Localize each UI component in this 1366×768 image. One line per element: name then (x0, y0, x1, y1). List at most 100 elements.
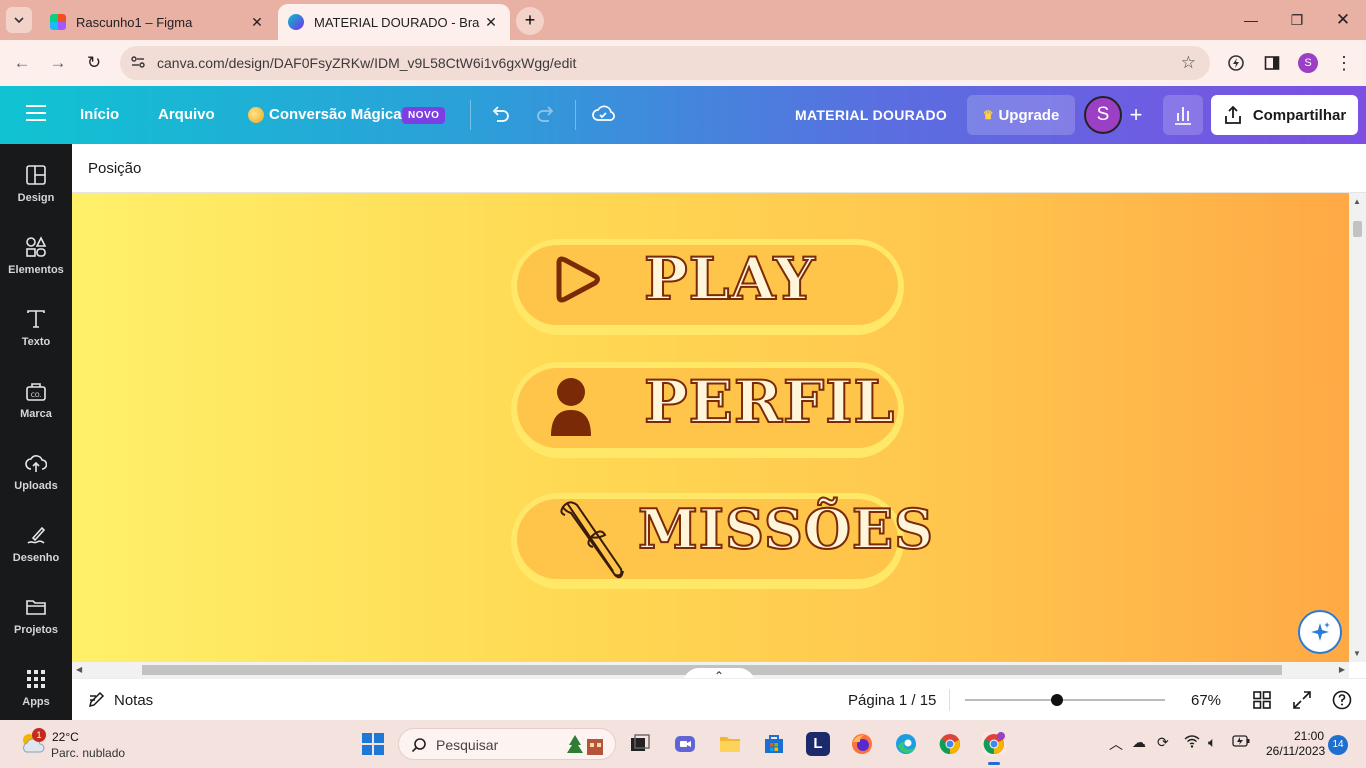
redo-icon[interactable] (534, 103, 558, 127)
sidebar-item-label: Marca (20, 408, 52, 420)
menu-inicio[interactable]: Início (80, 106, 119, 123)
sidebar-item-apps[interactable]: Apps (0, 664, 72, 724)
scroll-thumb[interactable] (1353, 221, 1362, 237)
sidebar-item-projetos[interactable]: Projetos (0, 592, 72, 652)
missions-menu-button[interactable]: MISSÕES (511, 493, 934, 589)
design-icon (26, 165, 46, 185)
sidebar-item-label: Apps (22, 696, 50, 708)
extension-icon[interactable] (1224, 51, 1248, 75)
crown-icon (248, 107, 264, 123)
fullscreen-icon[interactable] (1292, 690, 1312, 710)
wifi-icon[interactable] (1184, 734, 1200, 751)
scroll-down-arrow-icon[interactable]: ▼ (1353, 649, 1361, 658)
close-window-button[interactable]: ✕ (1320, 8, 1366, 32)
magic-switch-button[interactable]: Conversão Mágica (269, 106, 402, 123)
sidebar-item-marca[interactable]: CO. Marca (0, 376, 72, 436)
context-toolbar: Posição (72, 144, 1366, 193)
more-menu-icon[interactable]: ⋮ (1332, 51, 1356, 75)
page-indicator[interactable]: Página 1 / 15 (848, 692, 936, 709)
close-icon[interactable]: ✕ (246, 14, 268, 31)
sidebar-item-label: Projetos (13, 624, 58, 636)
l-app-icon[interactable]: L (806, 732, 830, 756)
divider (949, 689, 950, 711)
side-panel-icon[interactable] (1260, 51, 1284, 75)
site-settings-icon[interactable] (130, 54, 146, 70)
help-icon[interactable] (1332, 690, 1352, 710)
scroll-icon (560, 501, 624, 579)
store-icon[interactable] (762, 732, 786, 756)
sidebar-item-design[interactable]: Design (0, 160, 72, 220)
bookmark-star-icon[interactable]: ☆ (1181, 53, 1196, 73)
insights-button[interactable] (1163, 95, 1203, 135)
notification-badge[interactable]: 14 (1328, 735, 1348, 755)
person-icon (551, 378, 591, 436)
sidebar-item-elementos[interactable]: Elementos (0, 232, 72, 292)
start-button[interactable] (362, 733, 384, 755)
network-cloud-icon[interactable]: ☁ (1132, 734, 1146, 751)
elements-icon (26, 236, 47, 257)
zoom-slider-handle[interactable] (1051, 694, 1063, 706)
menu-icon[interactable] (26, 105, 46, 125)
position-button[interactable]: Posição (88, 160, 141, 177)
firefox-icon[interactable] (850, 732, 874, 756)
design-canvas[interactable]: PLAY PERFIL MISSÕES (72, 193, 1349, 662)
system-clock[interactable]: 21:00 26/11/2023 (1266, 729, 1326, 759)
weather-temperature[interactable]: 22°C (52, 730, 79, 744)
scroll-right-arrow-icon[interactable]: ▶ (1339, 665, 1345, 674)
task-view-icon[interactable] (628, 732, 652, 756)
minimize-button[interactable]: — (1228, 8, 1274, 32)
edge-icon[interactable] (894, 732, 918, 756)
close-icon[interactable]: ✕ (480, 14, 502, 31)
chevron-up-icon[interactable]: ︿ (1109, 734, 1123, 754)
user-avatar[interactable]: S (1084, 96, 1122, 134)
clock-date: 26/11/2023 (1266, 744, 1326, 758)
file-explorer-icon[interactable] (718, 732, 742, 756)
profile-menu-button[interactable]: PERFIL (511, 362, 904, 458)
magic-assistant-button[interactable] (1298, 610, 1342, 654)
address-bar[interactable]: canva.com/design/DAF0FsyZRKw/IDM_v9L58Ct… (120, 46, 1210, 80)
sidebar-item-uploads[interactable]: Uploads (0, 448, 72, 508)
restore-button[interactable]: ❐ (1274, 8, 1320, 32)
sidebar-item-label: Elementos (8, 264, 64, 276)
folder-icon (26, 600, 46, 615)
menu-arquivo[interactable]: Arquivo (158, 106, 215, 123)
vertical-scrollbar[interactable]: ▲ ▼ (1349, 193, 1366, 662)
document-title[interactable]: MATERIAL DOURADO (795, 107, 947, 123)
sidebar-item-label: Desenho (12, 552, 60, 564)
forward-icon[interactable]: → (46, 51, 70, 75)
tab-title: Rascunho1 – Figma (76, 14, 193, 30)
chrome-profile-icon[interactable] (982, 732, 1006, 756)
tab-title: MATERIAL DOURADO - Brainst (314, 14, 480, 30)
new-tab-button[interactable]: + (516, 7, 544, 35)
invite-plus-icon[interactable]: + (1124, 100, 1148, 130)
browser-profile-avatar[interactable]: S (1298, 53, 1318, 73)
battery-icon[interactable] (1232, 734, 1250, 750)
scroll-left-arrow-icon[interactable]: ◀ (76, 665, 82, 674)
undo-icon[interactable] (488, 103, 512, 127)
upload-icon (25, 455, 47, 472)
zoom-slider[interactable] (965, 699, 1165, 701)
sidebar-item-desenho[interactable]: Desenho (0, 520, 72, 580)
chrome-icon[interactable] (938, 732, 962, 756)
search-label: Pesquisar (436, 737, 499, 753)
taskbar-search[interactable]: Pesquisar (398, 728, 616, 760)
scroll-up-arrow-icon[interactable]: ▲ (1353, 197, 1361, 206)
zoom-level[interactable]: 67% (1191, 692, 1221, 709)
grid-view-icon[interactable] (1252, 690, 1272, 710)
cloud-saved-icon[interactable] (591, 103, 615, 127)
sidebar-item-texto[interactable]: Texto (0, 304, 72, 364)
tab-figma[interactable]: Rascunho1 – Figma ✕ (40, 4, 276, 40)
notes-button[interactable]: Notas (88, 691, 153, 709)
chat-icon[interactable] (673, 732, 697, 756)
tab-canva[interactable]: MATERIAL DOURADO - Brainst ✕ (278, 4, 510, 40)
share-button[interactable]: Compartilhar (1211, 95, 1358, 135)
tab-search-button[interactable] (6, 7, 32, 33)
weather-description[interactable]: Parc. nublado (51, 746, 125, 760)
volume-icon[interactable]: 🔈︎ (1208, 734, 1216, 751)
upgrade-button[interactable]: ♛ Upgrade (967, 95, 1075, 135)
back-icon[interactable]: ← (10, 51, 34, 75)
reload-icon[interactable]: ↻ (82, 51, 106, 75)
play-menu-button[interactable]: PLAY (511, 239, 904, 335)
editor-footer: Notas Página 1 / 15 67% (72, 678, 1366, 720)
sync-icon[interactable]: ⟳ (1157, 734, 1169, 751)
